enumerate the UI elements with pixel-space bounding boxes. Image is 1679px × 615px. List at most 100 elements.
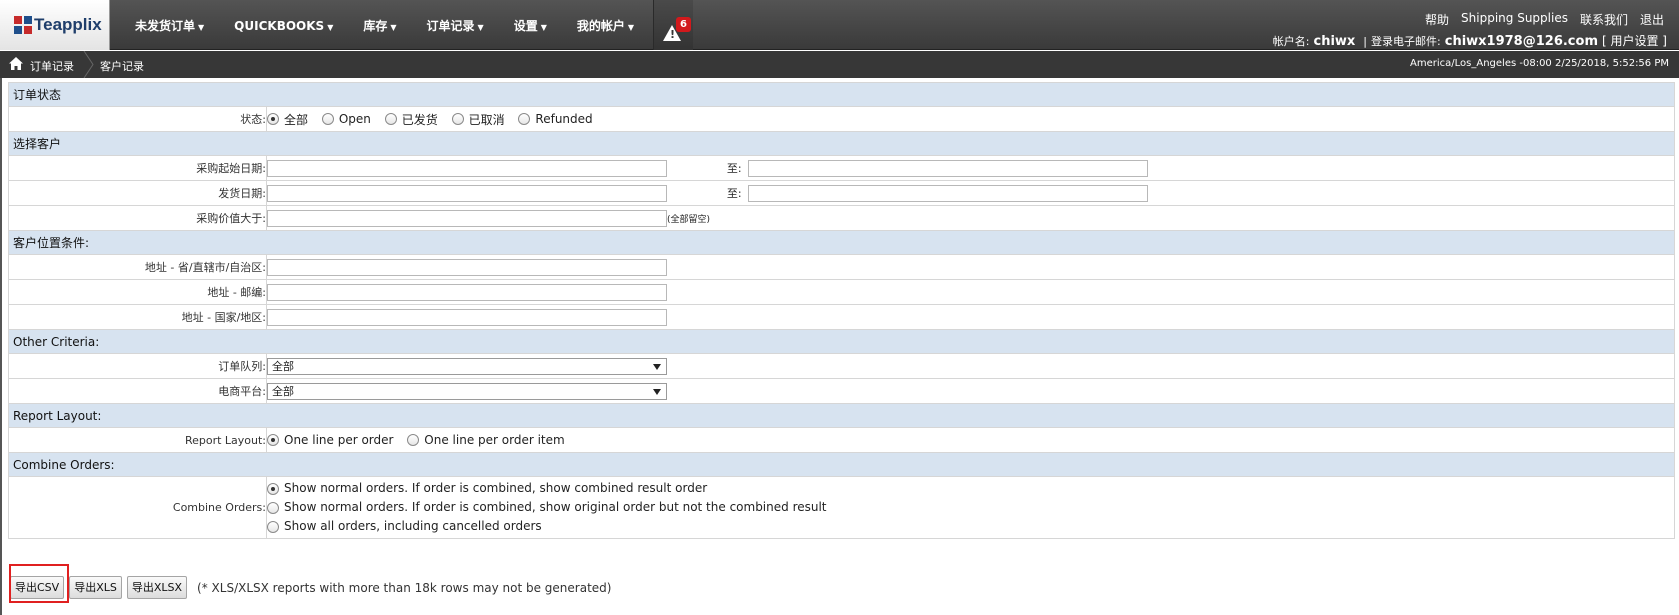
combine-radio-all-orders[interactable] (267, 520, 279, 533)
layout-radio-per-item[interactable] (407, 434, 420, 447)
nav-item-my-account[interactable]: 我的帐户 ▼ (562, 0, 649, 50)
order-queue-select[interactable]: 全部 (267, 357, 667, 375)
purchase-value-input[interactable] (267, 209, 667, 227)
purchase-date-to-input[interactable] (748, 159, 1149, 177)
logo-text: Teapplix (34, 15, 102, 34)
caret-down-icon: ▼ (540, 23, 547, 32)
nav-label: 未发货订单 (135, 19, 196, 33)
nav-item-order-records[interactable]: 订单记录 ▼ (412, 0, 499, 50)
order-queue-label: 订单队列: (8, 353, 267, 379)
radio-label: One line per order item (424, 433, 565, 448)
nav-label: 我的帐户 (576, 19, 625, 33)
timezone-timestamp: America/Los_Angeles -08:00 2/25/2018, 5:… (1410, 58, 1669, 69)
address-country-input[interactable] (267, 308, 667, 326)
radio-label: Open (338, 112, 371, 126)
purchase-date-from-input[interactable] (267, 159, 667, 177)
breadcrumb-customer-records[interactable]: 客户记录 (100, 58, 144, 74)
account-name-value: chiwx (1313, 34, 1356, 49)
ship-date-label: 发货日期: (8, 180, 267, 206)
status-radio-open[interactable] (321, 113, 334, 125)
report-layout-label: Report Layout: (8, 427, 267, 453)
ship-date-to-input[interactable] (748, 184, 1149, 202)
radio-label: One line per order (284, 433, 394, 448)
nav-label: QUICKBOOKS (234, 19, 325, 33)
contact-us-link[interactable]: 联系我们 (1580, 11, 1628, 28)
breadcrumb: 订单记录 客户记录 America/Los_Angeles -08:00 2/2… (0, 51, 1679, 78)
address-zip-input[interactable] (267, 283, 667, 301)
platform-label: 电商平台: (8, 378, 267, 404)
address-state-label: 地址 - 省/直辖市/自治区: (8, 254, 267, 280)
report-form: 订单状态 状态: 全部 Open 已发货 已取消 Refunded 选择客户 采… (0, 78, 1679, 615)
logo[interactable]: Teapplix (0, 0, 110, 50)
section-report-layout: Report Layout: (8, 403, 1675, 428)
to-label: 至: (726, 161, 742, 175)
home-icon[interactable] (9, 57, 23, 70)
ship-date-from-input[interactable] (267, 184, 667, 202)
nav-label: 库存 (363, 19, 388, 33)
nav-label: 设置 (513, 19, 538, 33)
dropdown-arrow-icon (653, 388, 661, 395)
status-radio-shipped[interactable] (384, 113, 397, 125)
account-info: 帐户名: chiwx | 登录电子邮件: chiwx1978@126.com [… (1273, 32, 1667, 49)
login-email-value: chiwx1978@126.com (1444, 34, 1598, 49)
platform-select[interactable]: 全部 (267, 382, 667, 400)
top-navigation-bar: Teapplix 未发货订单 ▼ QUICKBOOKS ▼ 库存 ▼ 订单记录 ▼ 设置… (0, 0, 1679, 50)
radio-label: Refunded (535, 112, 593, 126)
purchase-value-label: 采购价值大于: (8, 205, 267, 231)
purchase-date-label: 采购起始日期: (8, 155, 267, 181)
radio-label: Show normal orders. If order is combined… (284, 481, 708, 495)
caret-down-icon: ▼ (327, 23, 334, 32)
breadcrumb-separator-icon (83, 51, 94, 78)
account-name-label: 帐户名: (1272, 35, 1310, 48)
nav-item-quickbooks[interactable]: QUICKBOOKS ▼ (219, 0, 348, 50)
platform-value: 全部 (272, 384, 294, 398)
caret-down-icon: ▼ (390, 23, 397, 32)
address-state-input[interactable] (267, 258, 667, 276)
account-separator: | (1363, 35, 1368, 48)
combine-radio-original-order[interactable] (267, 501, 279, 514)
section-select-customer: 选择客户 (8, 131, 1675, 156)
combine-orders-label: Combine Orders: (8, 476, 267, 539)
radio-label: Show all orders, including cancelled ord… (284, 519, 542, 533)
status-radio-cancelled[interactable] (451, 113, 464, 125)
radio-label: 已取消 (468, 112, 505, 127)
radio-label: 全部 (284, 112, 309, 127)
export-xls-button[interactable]: 导出XLS (69, 576, 122, 599)
address-country-label: 地址 - 国家/地区: (8, 304, 267, 330)
logout-link[interactable]: 退出 (1640, 11, 1664, 28)
dropdown-arrow-icon (653, 363, 661, 370)
export-xlsx-button[interactable]: 导出XLSX (126, 576, 188, 599)
export-csv-button[interactable]: 导出CSV (10, 576, 65, 599)
radio-label: 已发货 (401, 112, 438, 127)
status-radio-group: 全部 Open 已发货 已取消 Refunded (266, 106, 1675, 132)
status-radio-refunded[interactable] (518, 113, 531, 125)
warning-exclamation: ! (670, 28, 676, 41)
help-link[interactable]: 帮助 (1425, 11, 1449, 28)
caret-down-icon: ▼ (627, 23, 635, 32)
nav-item-settings[interactable]: 设置 ▼ (499, 0, 562, 50)
nav-item-inventory[interactable]: 库存 ▼ (348, 0, 411, 50)
criteria-table: 订单状态 状态: 全部 Open 已发货 已取消 Refunded 选择客户 采… (8, 82, 1675, 539)
alerts-button[interactable]: ! 6 (653, 0, 694, 50)
leave-blank-hint: (全部留空) (667, 214, 711, 225)
caret-down-icon: ▼ (198, 23, 205, 32)
top-links: 帮助 Shipping Supplies 联系我们 退出 (1425, 11, 1664, 28)
main-nav: 未发货订单 ▼ QUICKBOOKS ▼ 库存 ▼ 订单记录 ▼ 设置 ▼ 我的帐户 ▼ !… (120, 0, 694, 50)
section-other-criteria: Other Criteria: (8, 329, 1675, 354)
combine-radio-combined-result[interactable] (267, 482, 279, 495)
teapplix-logo-icon (14, 16, 32, 34)
to-label: 至: (726, 186, 742, 200)
export-note: (* XLS/XLSX reports with more than 18k r… (197, 580, 612, 595)
breadcrumb-order-records[interactable]: 订单记录 (30, 58, 74, 74)
section-combine-orders: Combine Orders: (8, 452, 1675, 477)
nav-item-unshipped-orders[interactable]: 未发货订单 ▼ (120, 0, 219, 50)
address-zip-label: 地址 - 邮编: (8, 279, 267, 305)
export-buttons: 导出CSV 导出XLS 导出XLSX (* XLS/XLSX reports w… (9, 564, 612, 603)
layout-radio-per-order[interactable] (267, 434, 279, 447)
nav-label: 订单记录 (426, 19, 475, 33)
status-radio-all[interactable] (267, 113, 279, 125)
user-settings-link[interactable]: [ 用户设置 ] (1602, 32, 1667, 49)
order-queue-value: 全部 (272, 359, 294, 373)
shipping-supplies-link[interactable]: Shipping Supplies (1461, 11, 1568, 28)
alert-count-badge: 6 (676, 17, 692, 32)
